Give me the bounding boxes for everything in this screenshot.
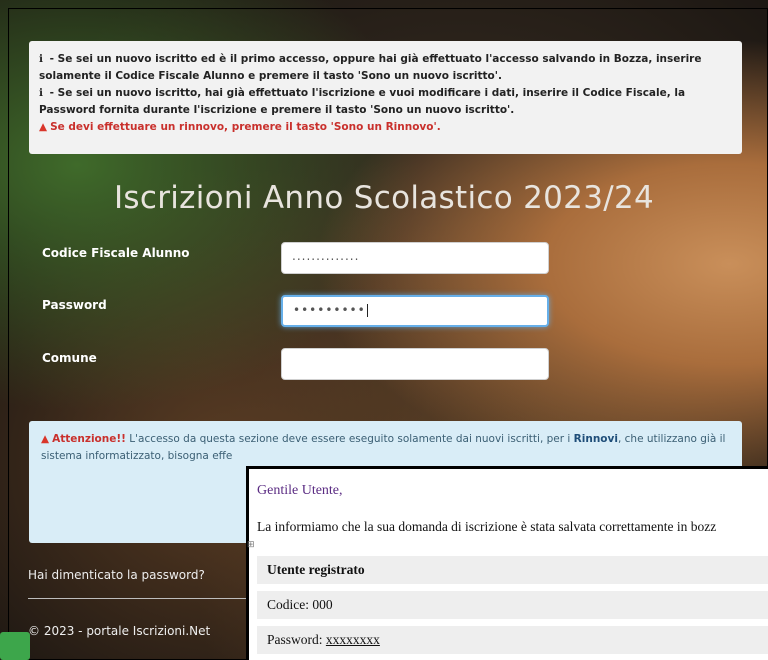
expand-icon: ⊞ bbox=[247, 539, 255, 549]
info-icon: i bbox=[39, 53, 43, 65]
info-line-1-text: - Se sei un nuovo iscritto ed è il primo… bbox=[39, 53, 702, 82]
popup-message: La informiamo che la sua domanda di iscr… bbox=[257, 519, 717, 534]
info-line-2: i - Se sei un nuovo iscritto, hai già ef… bbox=[39, 85, 732, 119]
comune-input[interactable] bbox=[281, 348, 549, 380]
info-line-1: i - Se sei un nuovo iscritto ed è il pri… bbox=[39, 51, 732, 85]
rinnovi-link[interactable]: Rinnovi bbox=[574, 433, 618, 445]
page-title: Iscrizioni Anno Scolastico 2023/24 bbox=[113, 180, 655, 216]
password-masked-value: xxxxxxxx bbox=[325, 632, 380, 647]
info-alert: i - Se sei un nuovo iscritto ed è il pri… bbox=[29, 41, 742, 154]
text-cursor bbox=[366, 304, 368, 317]
copyright-text: © 2023 - portale Iscrizioni.Net bbox=[28, 624, 211, 638]
codice-fiscale-input[interactable]: .............. bbox=[281, 242, 549, 274]
comune-label: Comune bbox=[42, 351, 97, 365]
password-value: ••••••••• bbox=[293, 303, 366, 317]
password-label-text: Password: bbox=[267, 632, 326, 647]
info-line-3-text: Se devi effettuare un rinnovo, premere i… bbox=[50, 121, 441, 133]
popup-greeting: Gentile Utente, bbox=[257, 483, 343, 498]
popup-row-password: Password: xxxxxxxx bbox=[257, 626, 768, 654]
popup-row-header: Utente registrato bbox=[257, 556, 768, 584]
warning-icon: ▲ bbox=[41, 433, 50, 445]
registration-popup: Gentile Utente, La informiamo che la sua… bbox=[246, 466, 768, 660]
warning-icon: ▲ bbox=[39, 121, 48, 133]
attention-text-1: L'accesso da questa sezione deve essere … bbox=[125, 433, 574, 445]
info-line-2-text: - Se sei un nuovo iscritto, hai già effe… bbox=[39, 87, 686, 116]
forgot-password-link[interactable]: Hai dimenticato la password? bbox=[28, 568, 205, 582]
codice-fiscale-label: Codice Fiscale Alunno bbox=[42, 246, 190, 260]
popup-row-codice: Codice: 000 bbox=[257, 591, 768, 619]
info-icon: i bbox=[39, 87, 43, 99]
info-line-3: ▲ Se devi effettuare un rinnovo, premere … bbox=[39, 119, 732, 136]
attention-strong: Attenzione!! bbox=[52, 433, 126, 445]
green-button[interactable] bbox=[0, 632, 30, 660]
footer-divider bbox=[28, 598, 264, 599]
password-label: Password bbox=[42, 298, 107, 312]
password-input[interactable]: ••••••••• bbox=[281, 295, 549, 327]
